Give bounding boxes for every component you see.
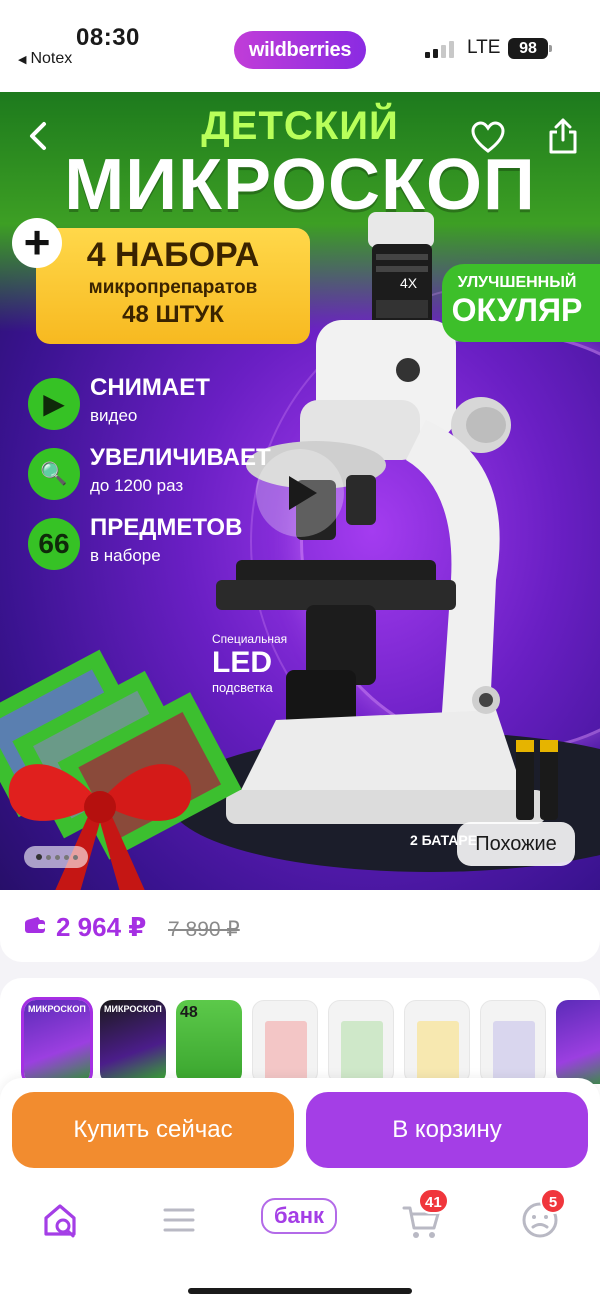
promo-line-3: 48 ШТУК bbox=[122, 301, 224, 328]
feature-title: ПРЕДМЕТОВ bbox=[90, 514, 243, 541]
promo-line-2: микропрепаратов bbox=[88, 277, 258, 298]
nav-home[interactable] bbox=[38, 1196, 86, 1244]
old-price: 7 890 ₽ bbox=[168, 918, 240, 941]
promo-line-1: 4 НАБОРА bbox=[86, 236, 260, 274]
plus-icon: + bbox=[12, 218, 62, 268]
pagination-dot bbox=[46, 855, 51, 860]
items-count-badge: 66 bbox=[28, 518, 80, 570]
gallery-pagination bbox=[24, 846, 88, 868]
svg-text:4X: 4X bbox=[400, 275, 418, 291]
heart-icon bbox=[471, 121, 505, 153]
signal-icon bbox=[425, 40, 461, 58]
feature-video: ▶ СНИМАЕТ видео bbox=[28, 374, 328, 434]
thumbnail-3[interactable]: 48 bbox=[176, 1000, 242, 1084]
thumbnail-8[interactable] bbox=[556, 1000, 600, 1084]
feature-subtitle: до 1200 раз bbox=[90, 476, 184, 495]
pagination-dot bbox=[73, 855, 78, 860]
back-triangle-icon: ◀ bbox=[18, 54, 27, 66]
chevron-left-icon bbox=[30, 122, 46, 150]
menu-icon bbox=[163, 1208, 195, 1232]
play-video-button[interactable] bbox=[256, 449, 344, 537]
buy-now-button[interactable]: Купить сейчас bbox=[12, 1092, 294, 1168]
nav-bank[interactable]: банк bbox=[261, 1198, 337, 1234]
thumbnail-strip[interactable]: МИКРОСКОП МИКРОСКОП 48 bbox=[21, 997, 600, 1087]
ocular-line-2: ОКУЛЯР bbox=[451, 292, 583, 328]
magnifier-badge-icon: 🔍 bbox=[28, 448, 80, 500]
feature-title: УВЕЛИЧИВАЕТ bbox=[90, 444, 271, 471]
product-gallery[interactable]: ДЕТСКИЙ МИКРОСКОП 4X 4 НАБОРА микропрепа… bbox=[0, 92, 600, 890]
current-price: 2 964 ₽ bbox=[56, 912, 147, 942]
thumbnail-2[interactable]: МИКРОСКОП bbox=[100, 1000, 166, 1084]
nav-catalog[interactable] bbox=[155, 1196, 203, 1244]
thumbnail-4[interactable] bbox=[252, 1000, 318, 1084]
favorite-button[interactable] bbox=[470, 120, 506, 156]
play-badge-icon: ▶ bbox=[28, 378, 80, 430]
ocular-line-1: УЛУЧШЕННЫЙ bbox=[457, 274, 577, 291]
feature-subtitle: в наборе bbox=[90, 546, 161, 565]
thumbnail-1[interactable]: МИКРОСКОП bbox=[21, 997, 93, 1087]
bottom-nav: банк 41 5 bbox=[0, 1182, 600, 1303]
pagination-dot bbox=[55, 855, 60, 860]
share-button[interactable] bbox=[546, 116, 580, 156]
home-search-icon bbox=[44, 1204, 76, 1238]
battery-icon: 98 bbox=[508, 38, 552, 59]
nav-cart[interactable]: 41 bbox=[398, 1188, 449, 1244]
pagination-dot-active bbox=[36, 854, 42, 860]
thumbnail-label: 48 bbox=[180, 1004, 198, 1021]
profile-notification-badge: 5 bbox=[540, 1188, 566, 1214]
back-app-label: Notex bbox=[30, 50, 73, 67]
promo-sets-box: 4 НАБОРА микропрепаратов 48 ШТУК bbox=[36, 228, 310, 344]
feature-title: СНИМАЕТ bbox=[90, 374, 210, 401]
pagination-dot bbox=[64, 855, 69, 860]
home-indicator bbox=[188, 1288, 412, 1294]
add-to-cart-button[interactable]: В корзину bbox=[306, 1092, 588, 1168]
status-time: 08:30 bbox=[76, 24, 140, 51]
feature-subtitle: видео bbox=[90, 406, 138, 425]
nav-profile[interactable]: 5 bbox=[518, 1188, 566, 1244]
thumbnail-6[interactable] bbox=[404, 1000, 470, 1084]
thumbnail-label: МИКРОСКОП bbox=[104, 1004, 162, 1014]
back-to-app-link[interactable]: ◀ Notex bbox=[18, 50, 72, 68]
status-bar: 08:30 ◀ Notex wildberries LTE 98 bbox=[0, 0, 600, 92]
similar-products-button[interactable]: Похожие bbox=[457, 822, 575, 866]
ocular-badge: УЛУЧШЕННЫЙ ОКУЛЯР bbox=[442, 264, 600, 342]
hero-title-small: ДЕТСКИЙ bbox=[201, 104, 399, 148]
network-type: LTE bbox=[467, 37, 501, 58]
thumbnail-label: МИКРОСКОП bbox=[28, 1004, 86, 1014]
share-icon bbox=[549, 118, 577, 154]
product-page: 08:30 ◀ Notex wildberries LTE 98 ДЕТСКИЙ … bbox=[0, 0, 600, 1303]
wallet-icon bbox=[25, 917, 45, 933]
wildberries-logo: wildberries bbox=[234, 31, 366, 69]
back-button[interactable] bbox=[22, 116, 56, 156]
action-bar: Купить сейчас В корзину bbox=[0, 1078, 600, 1182]
price-card: 2 964 ₽ 7 890 ₽ bbox=[0, 890, 600, 962]
thumbnail-7[interactable] bbox=[480, 1000, 546, 1084]
thumbnail-5[interactable] bbox=[328, 1000, 394, 1084]
cart-count-badge: 41 bbox=[418, 1188, 449, 1214]
